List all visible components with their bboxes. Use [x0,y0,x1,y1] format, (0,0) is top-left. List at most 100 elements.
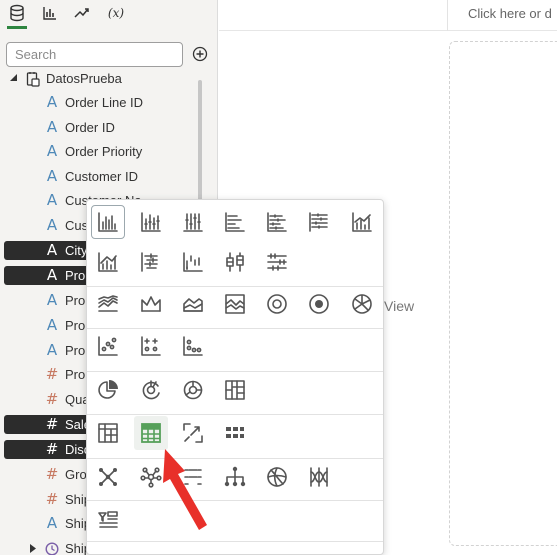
measure-hash-icon: # [45,415,59,433]
viz-option-list-filter[interactable] [91,503,125,537]
caret-right-icon[interactable] [29,544,37,553]
calculations-tab[interactable]: (x) [104,2,128,24]
viz-option-chord-diagram[interactable] [260,460,294,494]
field-label: Pro [65,367,86,382]
viz-option-stacked-bar-chart[interactable] [134,205,168,239]
canvas-header: Click here or d [219,0,557,31]
viz-option-donut-chart[interactable] [260,287,294,321]
viz-option-combo-bar-line[interactable] [345,205,379,239]
attribute-a-icon: A [46,291,58,309]
viz-option-line-chart[interactable] [91,287,125,321]
canvas-drop-zone[interactable] [449,41,557,546]
viz-option-dot-plot[interactable] [176,329,210,363]
waterfall-icon [183,252,203,272]
field-label: Gro [65,467,87,482]
clock-icon [45,539,59,555]
visualizations-tab[interactable] [38,2,62,24]
donut-chart-icon [267,294,287,314]
circle-pack-icon [142,380,160,400]
field-label: Customer ID [65,169,138,184]
combo-bar-line-icon [352,212,372,232]
radar-area-icon [183,298,203,312]
dataset-icon [26,72,40,87]
picker-divider [87,371,383,372]
picker-divider [87,458,383,459]
donut-gauge-icon [183,380,203,400]
viz-option-radar-area[interactable] [176,287,210,321]
viz-option-circle-pack[interactable] [134,373,168,407]
caret-down-icon[interactable] [9,73,18,82]
attribute-a-icon: A [46,118,58,136]
viz-option-pie-segments[interactable] [345,287,379,321]
viz-option-area-chart[interactable] [218,287,252,321]
tile-grid-icon [226,427,244,438]
viz-option-horizontal-stacked-bar[interactable] [260,205,294,239]
percent-stacked-bar-icon [183,213,203,232]
boxplot-icon [226,252,244,272]
field-row[interactable]: A Customer ID [4,167,200,186]
viz-option-tree-diagram[interactable] [218,460,252,494]
viz-option-bar-line-combo[interactable] [91,245,125,279]
viz-option-horizontal-range[interactable] [260,245,294,279]
search-input[interactable] [6,42,183,67]
picker-divider [87,414,383,415]
canvas-view-hint: View [384,298,415,314]
horizontal-stacked-bar-icon [267,212,287,232]
measure-hash-icon: # [45,365,59,383]
viz-option-waterfall[interactable] [176,245,210,279]
viz-option-donut-gauge[interactable] [176,373,210,407]
viz-option-pie-chart[interactable] [91,373,125,407]
attribute-a-icon: A [46,142,58,160]
viz-option-horizontal-bar[interactable] [218,205,252,239]
viz-option-scatter-chart[interactable] [91,329,125,363]
viz-option-treemap[interactable] [218,373,252,407]
viz-option-sankey[interactable] [302,460,336,494]
viz-option-radar-line[interactable] [134,287,168,321]
measure-hash-icon: # [45,490,59,508]
area-chart-icon [225,294,245,314]
active-tab-indicator [7,26,27,29]
pivot-table-icon [98,423,118,443]
attribute-a-icon: A [46,167,58,185]
calculations-tab-label: (x) [107,6,125,20]
field-label: Pro [65,293,86,308]
attribute-a-icon: A [46,266,58,284]
field-row[interactable]: A Order Line ID [4,93,200,112]
field-row[interactable]: A Order ID [4,118,200,137]
stacked-bar-chart-icon [141,212,161,232]
sunburst-icon [309,294,329,314]
bar-chart-icon [98,212,118,232]
measure-hash-icon: # [45,440,59,458]
field-row[interactable]: A Order Priority [4,142,200,161]
viz-option-pivot-table[interactable] [91,416,125,450]
add-icon[interactable] [192,46,208,62]
viz-option-network[interactable] [91,460,125,494]
viz-option-horizontal-boxplot[interactable] [134,245,168,279]
field-label: Pro [65,343,86,358]
picker-divider [87,500,383,501]
visualization-picker [86,199,384,555]
correlation-matrix-icon [183,423,203,443]
data-tab[interactable] [5,2,29,24]
dot-plot-icon [183,336,203,356]
attribute-a-icon: A [46,316,58,334]
viz-option-horizontal-percent-bar[interactable] [302,205,336,239]
field-label: Pro [65,318,86,333]
attribute-a-icon: A [46,93,58,111]
horizontal-percent-bar-icon [309,212,328,232]
canvas-title-hint[interactable]: Click here or d [468,6,552,21]
list-filter-icon [98,511,118,528]
analytics-tab[interactable] [70,2,94,24]
viz-option-sunburst[interactable] [302,287,336,321]
viz-option-percent-stacked-bar[interactable] [176,205,210,239]
horizontal-boxplot-icon [141,252,158,272]
viz-option-boxplot[interactable] [218,245,252,279]
viz-option-tile-grid[interactable] [218,416,252,450]
viz-option-bar-chart[interactable] [91,205,125,239]
chord-diagram-icon [267,467,287,487]
tree-diagram-icon [224,466,246,487]
radar-line-icon [141,296,161,312]
tree-root-datosprueba[interactable]: DatosPrueba [0,70,210,88]
viz-option-bubble-chart[interactable] [134,329,168,363]
table-icon [141,423,161,443]
